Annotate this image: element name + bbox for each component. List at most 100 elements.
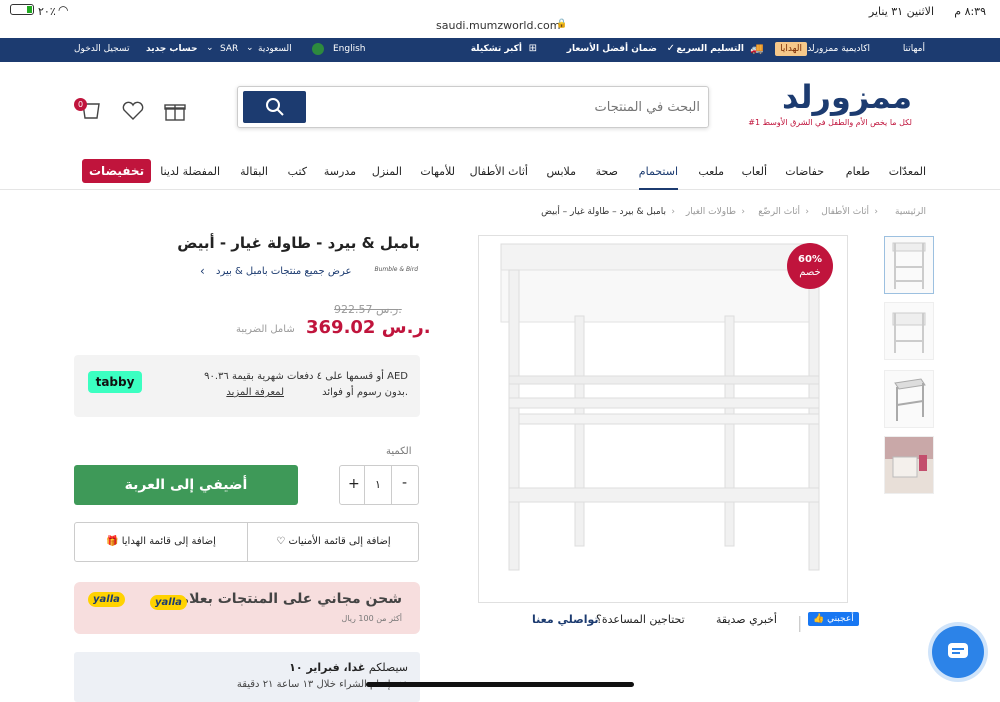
discount-label: خصم — [799, 267, 821, 278]
discount-badge: 60% خصم — [787, 243, 833, 289]
saudi-flag-icon — [312, 43, 324, 55]
language-switch[interactable]: English — [333, 44, 366, 54]
thumbs-up-icon: 👍 — [813, 614, 825, 624]
search-box[interactable] — [237, 86, 709, 128]
category-nav: المعدّات طعام حفاضات ألعاب ملعب استحمام … — [0, 152, 1000, 190]
chevron-left-icon: ‹ — [200, 264, 205, 278]
tell-friend-link[interactable]: أخبري صديقة — [716, 613, 777, 626]
delivery-prefix: سيصلكم — [368, 661, 408, 674]
product-thumbnail-3[interactable] — [884, 370, 934, 428]
add-to-wishlist-button[interactable]: ♡ إضافة إلى قائمة الأمنيات — [247, 523, 419, 561]
heart-outline-icon: ♡ — [276, 536, 286, 547]
nav-item-bath[interactable]: استحمام — [638, 165, 678, 190]
largest-selection[interactable]: أكبر تشكيلة — [471, 44, 522, 54]
promo-subtitle: أكثر من 100 ريال — [341, 614, 403, 623]
contact-us-link[interactable]: تواصلي معنا — [532, 613, 599, 626]
fast-delivery[interactable]: التسليم السريع — [676, 44, 744, 54]
status-time: ٨:٣٩ م — [954, 5, 986, 18]
best-price[interactable]: ضمان أفضل الأسعار — [567, 44, 657, 54]
nav-item-health[interactable]: صحة — [596, 165, 618, 178]
top-utility-bar: أمهاتنا اكاديمية ممزورلد الهدايا 🚚 التسل… — [0, 38, 1000, 62]
list-actions: ♡ إضافة إلى قائمة الأمنيات 🎁 إضافة إلى ق… — [74, 522, 419, 562]
breadcrumb-baby-furniture[interactable]: أثاث الرضّع — [758, 207, 800, 217]
brand-logo[interactable]: Bumble & Bird — [360, 266, 418, 280]
chevron-down-icon: ⌄ — [246, 43, 254, 53]
yalla-badge-decorative: yalla — [88, 592, 125, 607]
chat-icon — [948, 643, 968, 658]
add-to-giftlist-button[interactable]: 🎁 إضافة إلى قائمة الهدايا — [75, 523, 247, 561]
quantity-input[interactable]: ١ — [364, 466, 392, 504]
product-title: بامبل & بيرد - طاولة غيار - أبيض — [177, 234, 420, 252]
nav-item-equipment[interactable]: المعدّات — [889, 165, 926, 178]
tabby-no-fees: بدون رسوم أو فوائد. — [322, 387, 408, 398]
nav-item-favorites[interactable]: المفضلة لدينا — [160, 165, 220, 178]
nav-item-diapers[interactable]: حفاضات — [785, 165, 824, 178]
academy-link[interactable]: اكاديمية ممزورلد — [807, 44, 870, 54]
url-bar[interactable]: saudi.mumzworld.com — [436, 19, 560, 32]
quantity-stepper[interactable]: + ١ - — [339, 465, 419, 505]
nav-item-books[interactable]: كتب — [288, 165, 307, 178]
wifi-icon: ◠ — [58, 3, 69, 17]
decrement-button[interactable]: - — [402, 475, 407, 491]
chat-button[interactable] — [932, 626, 984, 678]
like-label: أعجبني — [827, 614, 854, 624]
current-price: 369.02 ر.س. — [306, 317, 431, 338]
nav-item-playground[interactable]: ملعب — [698, 165, 724, 178]
currency-select[interactable]: SAR — [220, 44, 238, 54]
gifts-badge[interactable]: الهدايا — [775, 42, 807, 56]
free-shipping-banner[interactable]: شحن مجاني على المنتجات بعلامة أكثر من 10… — [74, 582, 420, 634]
gift-icon[interactable] — [164, 100, 186, 122]
login-link[interactable]: تسجيل الدخول — [74, 44, 129, 54]
product-main-image[interactable]: 60% خصم — [478, 235, 848, 603]
tabby-learn-more[interactable]: لمعرفة المزيد — [226, 387, 284, 398]
home-indicator — [366, 682, 634, 687]
wishlist-label: إضافة إلى قائمة الأمنيات — [288, 536, 391, 547]
mothers-link[interactable]: أمهاتنا — [903, 44, 925, 54]
heart-icon[interactable] — [122, 101, 144, 121]
tabby-logo: tabby — [88, 371, 142, 393]
nav-item-school[interactable]: مدرسة — [324, 165, 356, 178]
add-to-cart-button[interactable]: أضيفي إلى العربة — [74, 465, 298, 505]
discount-percent: 60% — [798, 254, 822, 265]
promo-title: شحن مجاني على المنتجات بعلامة — [171, 591, 402, 607]
nav-item-grocery[interactable]: البقالة — [240, 165, 268, 178]
battery-level: ٢٠٪ — [38, 5, 56, 18]
lock-icon: 🔒 — [556, 19, 568, 29]
check-icon: ✓ — [666, 43, 675, 54]
cart-count-badge: 0 — [74, 98, 87, 111]
site-header: ممزورلد #1 لكل ما يخص الأم والطفل في الش… — [0, 62, 1000, 152]
yalla-badge: yalla — [150, 595, 187, 610]
mumzworld-logo[interactable]: ممزورلد — [782, 78, 912, 116]
breadcrumb-current: بامبل & بيرد – طاولة غيار – أبيض — [541, 207, 666, 217]
product-thumbnail-1[interactable] — [884, 236, 934, 294]
quantity-label: الكمية — [386, 446, 412, 457]
nav-item-home[interactable]: المنزل — [372, 165, 402, 178]
grid-icon: ⊞ — [528, 43, 537, 54]
status-bar: ٨:٣٩ م الاثنين ٣١ يناير ٢٠٪ ◠ saudi.mumz… — [0, 0, 1000, 38]
tabby-installments: أو قسمها على ٤ دفعات شهرية بقيمة ٩٠.٣٦ A… — [204, 371, 408, 382]
delivery-box: سيصلكم غدا، فبراير ١٠ عند إتمام الشراء خ… — [74, 652, 420, 702]
nav-item-clothes[interactable]: ملابس — [546, 165, 576, 178]
breadcrumb-home[interactable]: الرئيسية — [895, 207, 926, 217]
delivery-estimate: سيصلكم غدا، فبراير ١٠ — [289, 661, 408, 674]
gift-outline-icon: 🎁 — [106, 536, 119, 547]
search-input[interactable] — [320, 96, 700, 118]
need-help-text: تحتاجين المساعدة؟ — [596, 613, 685, 626]
nav-item-food[interactable]: طعام — [846, 165, 870, 178]
product-thumbnail-4[interactable] — [884, 436, 934, 494]
nav-item-toys[interactable]: ألعاب — [742, 165, 767, 178]
increment-button[interactable]: + — [348, 476, 360, 492]
like-button[interactable]: 👍 أعجبني — [808, 612, 859, 626]
nav-item-moms[interactable]: للأمهات — [420, 165, 455, 178]
breadcrumb-kids-furniture[interactable]: أثاث الأطفال — [821, 207, 869, 217]
product-thumbnail-2[interactable] — [884, 302, 934, 360]
delivery-date: غدا، فبراير ١٠ — [289, 661, 366, 674]
brand-products-link[interactable]: عرض جميع منتجات بامبل & بيرد — [216, 266, 351, 277]
country-select[interactable]: السعودية — [258, 44, 292, 54]
breadcrumb-changing-tables[interactable]: طاولات الغيار — [686, 207, 736, 217]
search-button[interactable] — [243, 91, 306, 123]
new-account-link[interactable]: حساب جديد — [146, 44, 197, 54]
sale-button[interactable]: تخفيضات — [82, 159, 152, 183]
changing-table-illustration — [500, 243, 820, 571]
nav-item-kids-furniture[interactable]: أثاث الأطفال — [470, 165, 528, 178]
